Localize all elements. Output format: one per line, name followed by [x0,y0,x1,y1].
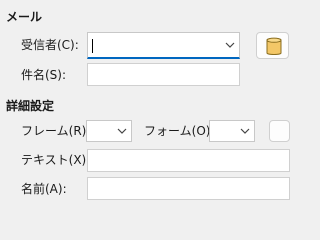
form-options-button[interactable] [269,120,290,142]
to-dropdown-button[interactable] [221,33,239,57]
text-input[interactable] [87,149,290,172]
form-dropdown-button[interactable] [236,121,254,141]
chevron-down-icon [117,128,127,134]
to-combobox[interactable] [87,32,240,59]
advanced-section-title: 詳細設定 [6,99,55,113]
frame-dropdown-button[interactable] [113,121,131,141]
subject-label: 件名(S): [21,68,67,82]
name-input[interactable] [87,177,290,200]
subject-input[interactable] [87,63,240,86]
chevron-down-icon [225,42,235,48]
dialog-panel: メール 受信者(C): 件名(S): 詳細設定 フレーム(R): フォーム(O)… [0,0,300,207]
address-book-button[interactable] [256,32,289,59]
frame-label: フレーム(R): [21,124,91,138]
address-book-icon [266,37,282,55]
text-label: テキスト(X): [21,153,91,167]
text-caret [92,39,93,53]
to-label: 受信者(C): [21,38,79,52]
name-label: 名前(A): [21,182,67,196]
form-combobox[interactable] [209,120,255,142]
form-label: フォーム(O): [144,124,215,138]
mail-section-title: メール [6,10,43,24]
frame-combobox[interactable] [86,120,132,142]
chevron-down-icon [240,128,250,134]
